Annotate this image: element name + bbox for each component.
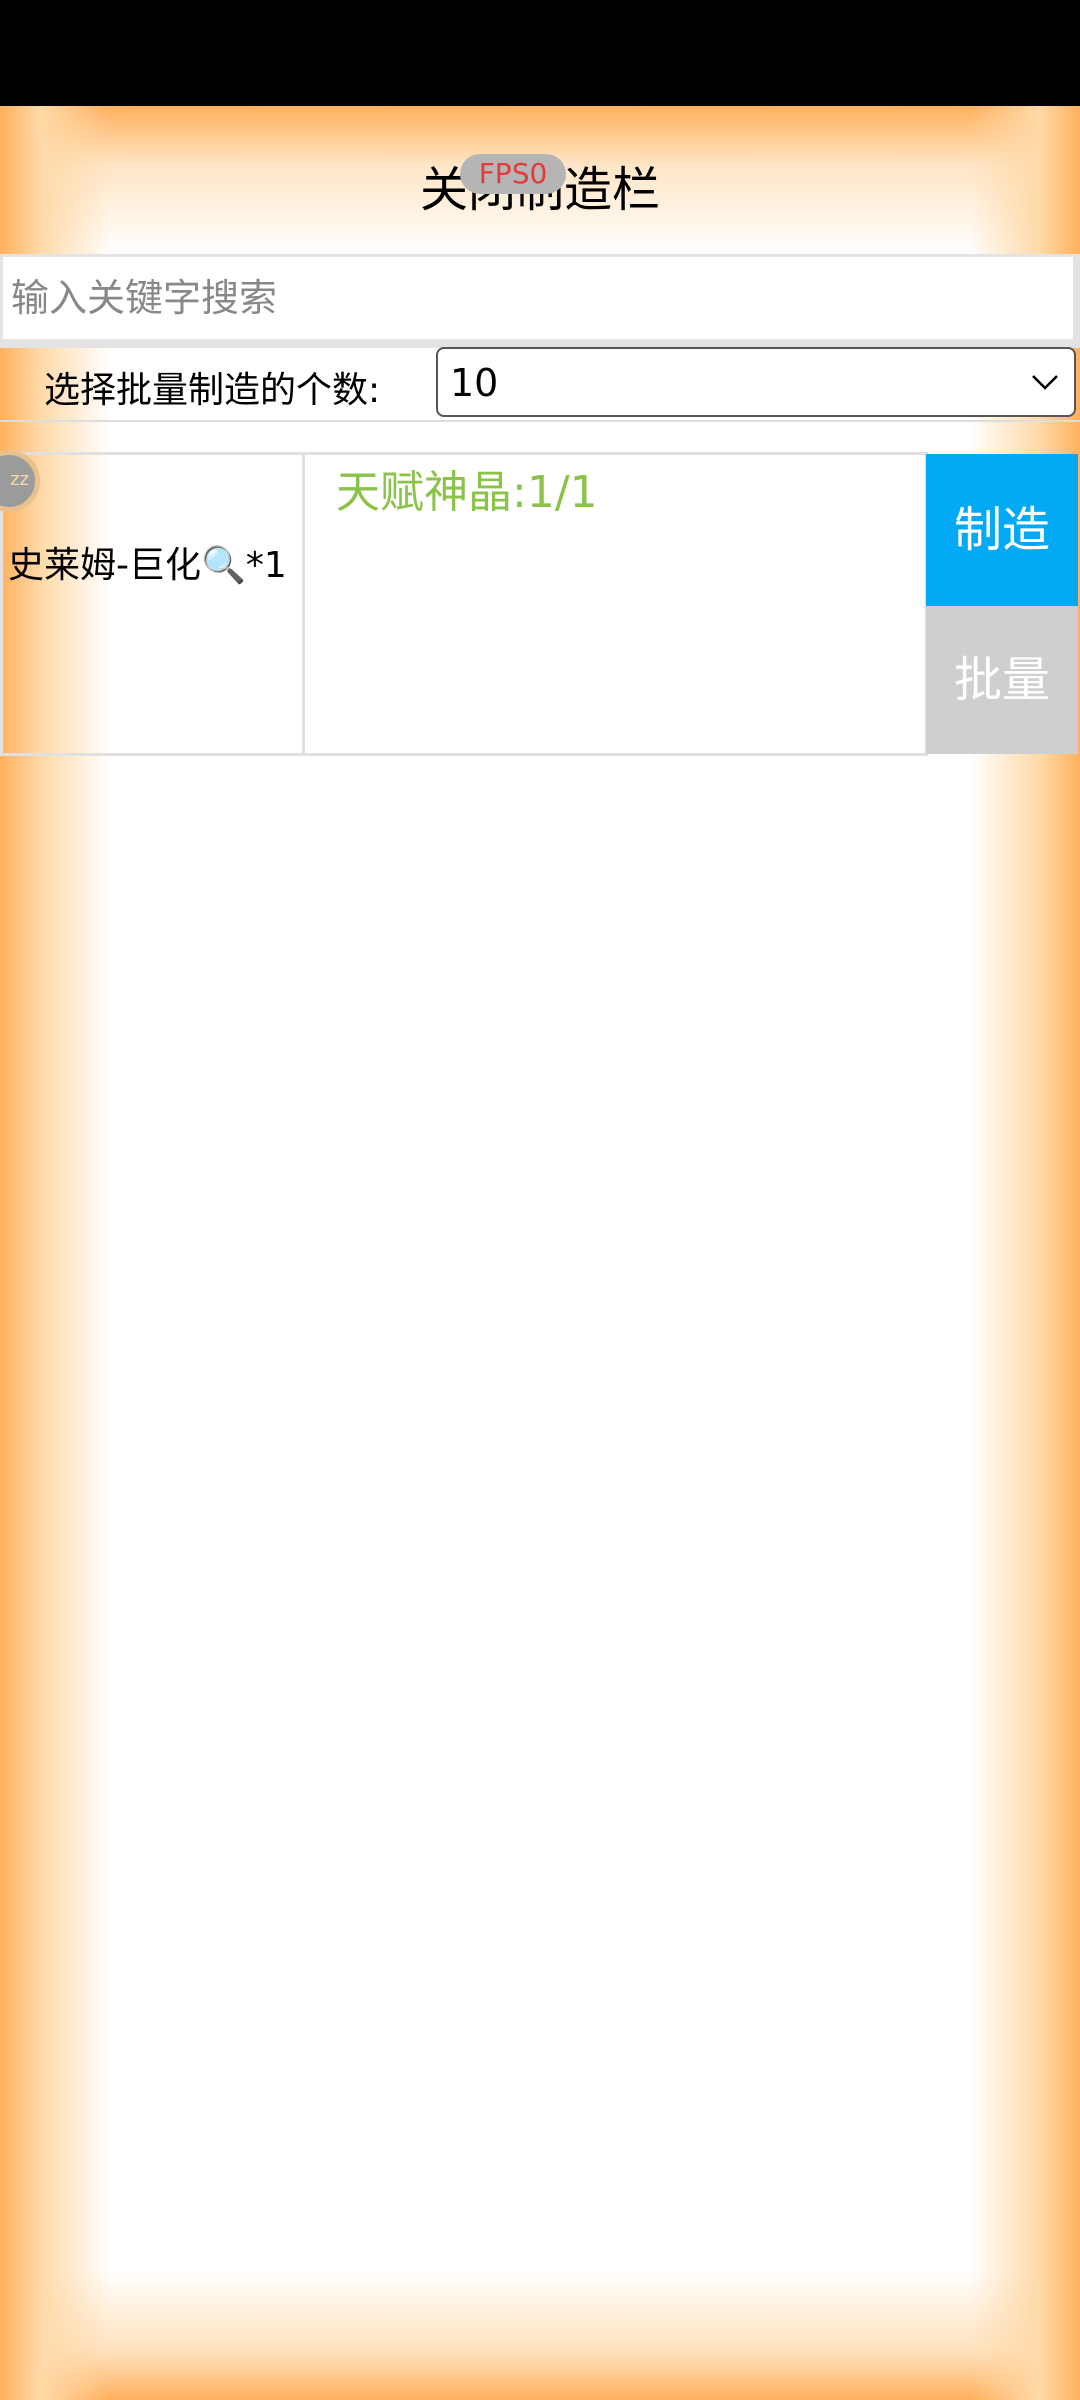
chevron-down-icon [1032, 375, 1058, 390]
batch-make-button[interactable]: 批量 [926, 606, 1078, 754]
search-row [0, 254, 1080, 348]
recipe-name[interactable]: 史莱姆-巨化🔍*1 [8, 536, 287, 588]
status-bar [0, 0, 1080, 106]
material-requirement: 天赋神晶:1/1 [336, 467, 598, 518]
fps-badge: FPS0 [460, 154, 566, 194]
batch-count-value: 10 [450, 361, 499, 405]
crafting-page: 关闭制造栏 [0, 106, 1080, 2400]
search-input[interactable] [3, 257, 1073, 339]
section-divider [0, 420, 1080, 422]
make-button[interactable]: 制造 [926, 454, 1078, 606]
avatar-text: zz [10, 469, 29, 490]
recipe-column-divider [302, 452, 305, 756]
batch-count-select[interactable]: 10 [436, 347, 1076, 417]
batch-count-label: 选择批量制造的个数: [44, 370, 381, 411]
